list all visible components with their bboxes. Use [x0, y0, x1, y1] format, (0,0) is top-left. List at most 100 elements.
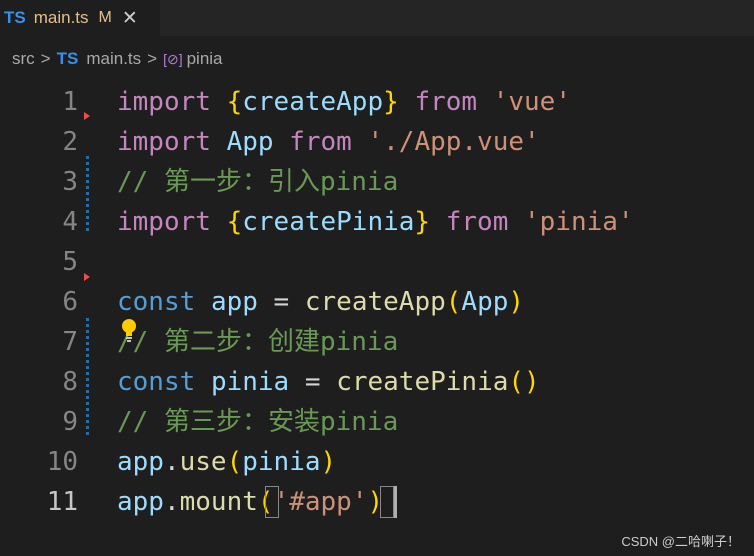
code-editor[interactable]: 1 import {createApp} from 'vue' 2 import…: [0, 82, 754, 522]
token: 'vue': [492, 87, 571, 117]
token: const: [117, 367, 196, 397]
line-number: 2: [62, 127, 78, 157]
token: import: [117, 207, 211, 237]
breadcrumb-file[interactable]: main.ts: [86, 49, 141, 69]
token: from: [445, 207, 509, 237]
token: '#app': [273, 487, 368, 517]
token: (: [226, 447, 243, 477]
code-line-active[interactable]: 11 app.mount('#app'): [0, 482, 754, 522]
code-line[interactable]: 6 const app = createApp(App): [0, 282, 754, 322]
close-icon[interactable]: ✕: [122, 7, 138, 30]
code-content: app.use(pinia): [117, 442, 336, 482]
token: app: [210, 287, 258, 317]
code-line[interactable]: 3 // 第一步：引入pinia: [0, 162, 754, 202]
line-number: 7: [62, 327, 78, 357]
code-content: app.mount('#app'): [117, 482, 383, 522]
token: =: [289, 367, 337, 397]
code-content: const app = createApp(App): [117, 282, 524, 322]
code-comment: // 第一步：引入pinia: [117, 167, 399, 197]
token: ): [508, 287, 525, 317]
token: import: [117, 127, 211, 157]
token: from: [289, 127, 352, 157]
token: mount: [179, 487, 258, 517]
token: .: [163, 487, 180, 517]
token: (): [508, 367, 540, 397]
tab-main-ts[interactable]: TS main.ts M ✕: [0, 0, 160, 36]
line-number: 4: [62, 207, 78, 237]
token: ): [320, 447, 337, 477]
bracket-match-highlight: [265, 486, 279, 518]
typescript-file-icon: TS: [4, 8, 26, 27]
line-number: 8: [62, 367, 78, 397]
token: createApp: [304, 287, 446, 317]
breadcrumb-folder[interactable]: src: [12, 49, 35, 69]
code-content: import {createPinia} from 'pinia': [117, 202, 634, 242]
gutter-modified-marker[interactable]: [86, 156, 89, 234]
variable-symbol-icon: [⊘]: [163, 50, 183, 67]
token: }: [383, 87, 399, 117]
token: app: [117, 447, 164, 477]
bracket-match-highlight: [380, 486, 394, 518]
token: }: [414, 207, 431, 237]
token: const: [117, 287, 196, 317]
token: import: [117, 87, 211, 117]
modified-indicator: M: [98, 9, 112, 26]
chevron-right-icon: >: [40, 49, 51, 68]
token: use: [179, 447, 227, 477]
line-number: 10: [46, 447, 78, 477]
token: app: [117, 487, 164, 517]
code-line[interactable]: 10 app.use(pinia): [0, 442, 754, 482]
token: 'pinia': [524, 207, 634, 237]
token: createPinia: [242, 207, 415, 237]
token: .: [163, 447, 180, 477]
code-line[interactable]: 2 import App from './App.vue': [0, 122, 754, 162]
breadcrumb-symbol[interactable]: pinia: [187, 49, 223, 69]
code-content: import App from './App.vue': [117, 122, 540, 162]
line-number: 6: [62, 287, 78, 317]
line-number: 5: [62, 247, 78, 277]
code-line[interactable]: 5: [0, 242, 754, 282]
code-line[interactable]: 4 import {createPinia} from 'pinia': [0, 202, 754, 242]
code-content: import {createApp} from 'vue': [117, 82, 571, 122]
lightbulb-icon[interactable]: [120, 318, 138, 344]
line-number: 9: [62, 407, 78, 437]
token: pinia: [210, 367, 290, 397]
line-number: 11: [46, 487, 78, 517]
code-comment: // 第二步：创建pinia: [117, 327, 399, 357]
tab-title: main.ts: [33, 8, 89, 27]
code-line[interactable]: 8 const pinia = createPinia(): [0, 362, 754, 402]
typescript-file-icon: TS: [56, 49, 79, 68]
token: createPinia: [336, 367, 509, 397]
chevron-right-icon: >: [147, 49, 158, 68]
breadcrumb: src > TS main.ts > [⊘] pinia: [0, 36, 754, 82]
token: './App.vue': [367, 127, 540, 157]
token: createApp: [242, 87, 384, 117]
code-line[interactable]: 9 // 第三步：安装pinia: [0, 402, 754, 442]
code-line[interactable]: 7 // 第二步：创建pinia: [0, 322, 754, 362]
code-comment: // 第三步：安装pinia: [117, 407, 399, 437]
fold-arrow-icon[interactable]: [84, 273, 90, 281]
line-number: 1: [62, 87, 78, 117]
token: =: [257, 287, 305, 317]
token: from: [414, 87, 478, 117]
fold-arrow-icon[interactable]: [84, 112, 90, 120]
line-number: 3: [62, 167, 78, 197]
watermark: CSDN @二哈喇子！: [621, 534, 740, 549]
token: (: [445, 287, 462, 317]
token: App: [461, 287, 509, 317]
tab-bar: TS main.ts M ✕: [0, 0, 754, 36]
code-line[interactable]: 1 import {createApp} from 'vue': [0, 82, 754, 122]
gutter-modified-marker[interactable]: [86, 318, 89, 436]
token: {: [226, 87, 243, 117]
